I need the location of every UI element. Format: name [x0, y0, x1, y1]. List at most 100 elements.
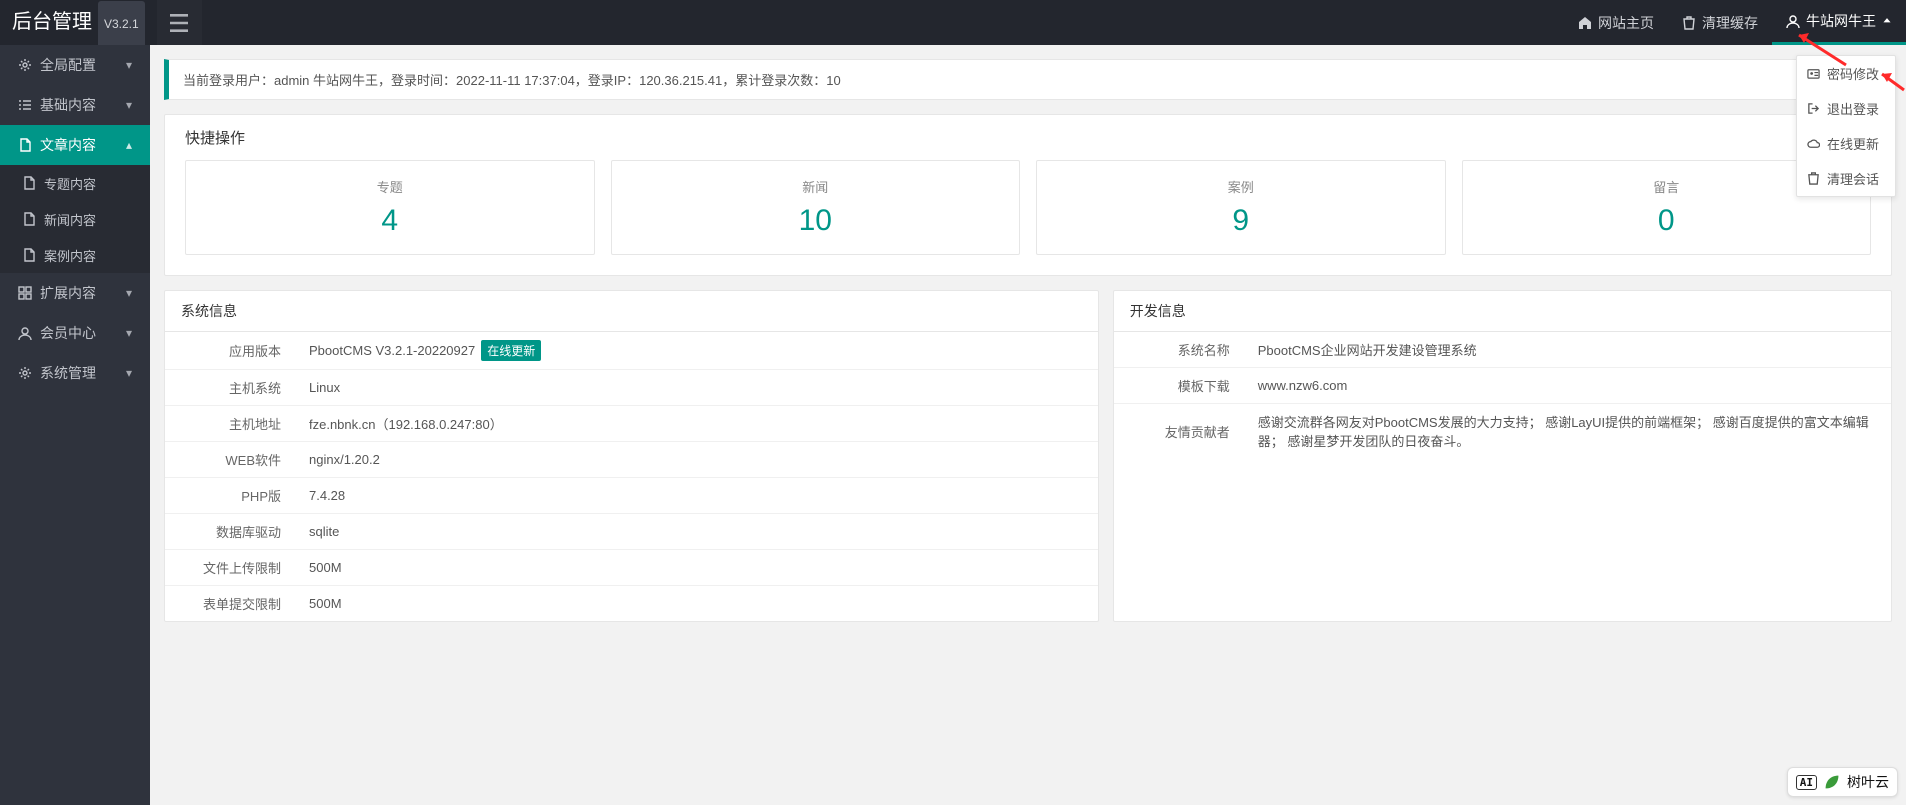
devinfo-panel: 开发信息 系统名称PbootCMS企业网站开发建设管理系统模板下载www.nzw…	[1113, 290, 1892, 622]
brand-ai: AI	[1796, 775, 1817, 790]
info-value: PbootCMS企业网站开发建设管理系统	[1244, 332, 1891, 368]
sidebar-item[interactable]: 基础内容 ▾	[0, 85, 150, 125]
sidebar-item[interactable]: 会员中心 ▾	[0, 313, 150, 353]
dropdown-item[interactable]: 清理会话	[1797, 161, 1895, 196]
sidebar-item[interactable]: 系统管理 ▾	[0, 353, 150, 393]
sidebar-subitem[interactable]: 案例内容	[0, 237, 150, 273]
sidebar-subitem-label: 专题内容	[44, 174, 96, 193]
sidebar-item[interactable]: 文章内容 ▴	[0, 125, 150, 165]
user-dropdown: 密码修改退出登录在线更新清理会话	[1796, 55, 1896, 197]
sidebar-subitem-label: 案例内容	[44, 246, 96, 265]
menu-toggle-button[interactable]	[157, 0, 202, 45]
content: 当前登录用户：admin 牛站网牛王，登录时间：2022-11-11 17:37…	[150, 45, 1906, 636]
quick-card-label: 专题	[186, 177, 594, 196]
dropdown-item-label: 退出登录	[1827, 99, 1879, 118]
quick-card[interactable]: 专题 4	[185, 160, 595, 255]
sidebar-item-label: 系统管理	[40, 363, 96, 383]
info-value: 500M	[295, 586, 1098, 622]
nav-clear-cache[interactable]: 清理缓存	[1668, 0, 1772, 45]
table-row: 系统名称PbootCMS企业网站开发建设管理系统	[1114, 332, 1891, 368]
dropdown-item[interactable]: 在线更新	[1797, 126, 1895, 161]
doc-icon	[22, 248, 36, 262]
table-row: 文件上传限制 500M	[165, 550, 1098, 586]
dropdown-item-label: 在线更新	[1827, 134, 1879, 153]
trash-icon	[1682, 16, 1696, 30]
table-row: 主机地址 fze.nbnk.cn（192.168.0.247:80）	[165, 406, 1098, 442]
nav-user-menu[interactable]: 牛站网牛王	[1772, 0, 1906, 45]
info-value: www.nzw6.com	[1244, 368, 1891, 404]
top-right: 网站主页 清理缓存 牛站网牛王	[1564, 0, 1906, 45]
sidebar-item[interactable]: 扩展内容 ▾	[0, 273, 150, 313]
quick-card[interactable]: 案例9	[1036, 160, 1446, 255]
table-row: 数据库驱动 sqlite	[165, 514, 1098, 550]
sidebar-item-label: 会员中心	[40, 323, 96, 343]
sysinfo-table: 应用版本 PbootCMS V3.2.1-20220927在线更新主机系统 Li…	[165, 332, 1098, 621]
version-badge: V3.2.1	[98, 1, 145, 48]
sidebar-subitem-label: 新闻内容	[44, 210, 96, 229]
dropdown-item-label: 密码修改	[1827, 64, 1879, 83]
info-key: 表单提交限制	[165, 586, 295, 622]
sysinfo-title: 系统信息	[165, 291, 1098, 332]
dropdown-item[interactable]: 密码修改	[1797, 56, 1895, 91]
sidebar-subitem[interactable]: 新闻内容	[0, 201, 150, 237]
quick-card-value: 0	[1463, 204, 1871, 238]
chevron-icon: ▾	[126, 366, 132, 380]
sidebar-item-label: 全局配置	[40, 55, 96, 75]
info-key: WEB软件	[165, 442, 295, 478]
quick-card[interactable]: 新闻 10	[611, 160, 1021, 255]
sysinfo-panel: 系统信息 应用版本 PbootCMS V3.2.1-20220927在线更新主机…	[164, 290, 1099, 622]
doc-icon	[22, 212, 36, 226]
doc-icon	[22, 176, 36, 190]
table-row: 友情贡献者感谢交流群各网友对PbootCMS发展的大力支持； 感谢LayUI提供…	[1114, 404, 1891, 459]
chevron-icon: ▾	[126, 286, 132, 300]
chevron-icon: ▾	[126, 326, 132, 340]
nav-home-label: 网站主页	[1598, 13, 1654, 33]
trash-icon	[1807, 172, 1820, 185]
notice-text: 当前登录用户：admin 牛站网牛王，登录时间：2022-11-11 17:37…	[183, 73, 841, 88]
sidebar-item-label: 扩展内容	[40, 283, 96, 303]
chevron-icon: ▾	[126, 58, 132, 72]
nav-clear-cache-label: 清理缓存	[1702, 13, 1758, 33]
info-key: 主机地址	[165, 406, 295, 442]
devinfo-title: 开发信息	[1114, 291, 1891, 332]
sidebar: 全局配置 ▾ 基础内容 ▾ 文章内容 ▴专题内容新闻内容案例内容 扩展内容 ▾ …	[0, 45, 150, 805]
sidebar-subitem[interactable]: 专题内容	[0, 165, 150, 201]
info-value: PbootCMS V3.2.1-20220927在线更新	[295, 332, 1098, 370]
info-key: 模板下载	[1114, 368, 1244, 404]
info-key: PHP版	[165, 478, 295, 514]
dropdown-item-label: 清理会话	[1827, 169, 1879, 188]
nav-home[interactable]: 网站主页	[1564, 0, 1668, 45]
login-notice: 当前登录用户：admin 牛站网牛王，登录时间：2022-11-11 17:37…	[164, 59, 1892, 100]
user-icon	[1786, 14, 1800, 28]
quick-card-label: 新闻	[612, 177, 1020, 196]
logo[interactable]: 后台管理 V3.2.1	[0, 0, 157, 45]
info-key: 文件上传限制	[165, 550, 295, 586]
chevron-icon: ▴	[126, 138, 132, 152]
sidebar-item-label: 文章内容	[40, 135, 96, 155]
dropdown-item[interactable]: 退出登录	[1797, 91, 1895, 126]
sidebar-item-label: 基础内容	[40, 95, 96, 115]
quick-grid: 专题4新闻10案例9留言0	[185, 160, 1871, 255]
devinfo-table: 系统名称PbootCMS企业网站开发建设管理系统模板下载www.nzw6.com…	[1114, 332, 1891, 458]
info-key: 应用版本	[165, 332, 295, 370]
info-value: 500M	[295, 550, 1098, 586]
info-key: 友情贡献者	[1114, 404, 1244, 459]
quick-title: 快捷操作	[185, 127, 1871, 148]
info-value: 感谢交流群各网友对PbootCMS发展的大力支持； 感谢LayUI提供的前端框架…	[1244, 404, 1891, 459]
quick-card-value: 10	[612, 204, 1020, 238]
info-value: fze.nbnk.cn（192.168.0.247:80）	[295, 406, 1098, 442]
info-value: Linux	[295, 370, 1098, 406]
quick-card-value: 4	[186, 204, 594, 238]
info-value: nginx/1.20.2	[295, 442, 1098, 478]
cloud-icon	[1807, 137, 1820, 150]
sidebar-item[interactable]: 全局配置 ▾	[0, 45, 150, 85]
quick-card-value: 9	[1037, 204, 1445, 238]
update-badge[interactable]: 在线更新	[481, 340, 541, 361]
brand-badge: AI 树叶云	[1787, 767, 1898, 797]
info-row: 系统信息 应用版本 PbootCMS V3.2.1-20220927在线更新主机…	[164, 290, 1892, 622]
brand-name: 树叶云	[1847, 772, 1889, 792]
info-key: 数据库驱动	[165, 514, 295, 550]
chevron-icon: ▾	[126, 98, 132, 112]
home-icon	[1578, 16, 1592, 30]
info-value: 7.4.28	[295, 478, 1098, 514]
